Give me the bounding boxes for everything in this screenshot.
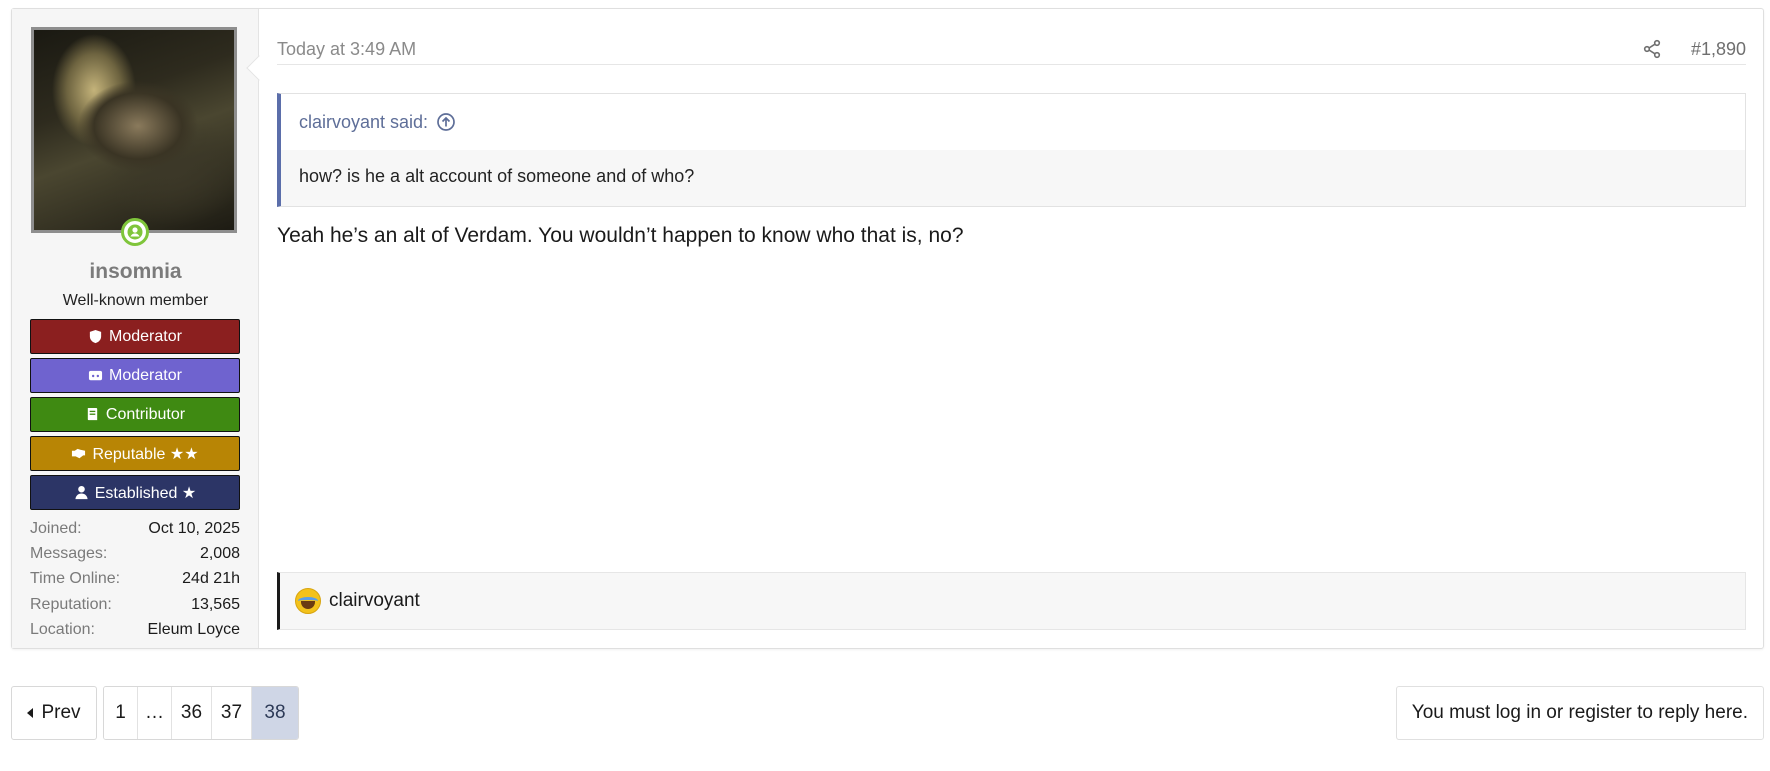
- post-date-link[interactable]: Today at 3:49 AM: [277, 39, 416, 60]
- quote-block: clairvoyant said: how? is he a alt accou…: [277, 93, 1746, 207]
- stat-label: Location:: [30, 620, 95, 638]
- banner-discord-moderator: Moderator: [30, 358, 240, 393]
- stat-value: Eleum Loyce: [147, 620, 241, 638]
- login-register-notice[interactable]: You must log in or register to reply her…: [1395, 686, 1764, 740]
- quote-text: how? is he a alt account of someone and …: [281, 150, 1745, 206]
- page-link-38-current[interactable]: 38: [252, 687, 298, 739]
- banner-reputable: Reputable ★★: [30, 436, 240, 471]
- online-status-icon: [121, 218, 149, 246]
- user-info-panel: insomnia Well-known member Moderator Mod…: [12, 9, 259, 648]
- page-link-1[interactable]: 1: [104, 687, 138, 739]
- prev-label: Prev: [41, 702, 81, 723]
- pagination: Prev 1 … 36 37 38: [11, 686, 299, 740]
- stat-label: Joined:: [30, 519, 82, 537]
- user-avatar[interactable]: [31, 27, 237, 233]
- user-title: Well-known member: [62, 292, 209, 309]
- post-main: Today at 3:49 AM #1,890 clairvoyant said…: [277, 9, 1746, 648]
- banner-label: Established ★: [94, 484, 197, 502]
- chevron-left-icon: [27, 708, 34, 718]
- stat-value: 13,565: [191, 595, 240, 613]
- post-header: Today at 3:49 AM #1,890: [277, 27, 1746, 65]
- page-link-36[interactable]: 36: [172, 687, 212, 739]
- discord-icon: [88, 370, 103, 381]
- stat-location: Location: Eleum Loyce: [30, 617, 240, 642]
- banner-established: Established ★: [30, 475, 240, 510]
- banner-moderator: Moderator: [30, 319, 240, 354]
- share-icon[interactable]: [1642, 39, 1662, 59]
- stat-reputation: Reputation: 13,565: [30, 592, 240, 617]
- laughing-emoji-icon: [295, 588, 321, 614]
- banner-label: Moderator: [109, 327, 182, 345]
- stat-time-online: Time Online: 24d 21h: [30, 567, 240, 592]
- quote-header[interactable]: clairvoyant said:: [281, 94, 1745, 150]
- stat-label: Messages:: [30, 544, 108, 562]
- banner-label: Moderator: [109, 366, 182, 384]
- page-link-37[interactable]: 37: [212, 687, 252, 739]
- reactions-bar[interactable]: clairvoyant: [277, 572, 1746, 630]
- banner-label: Reputable ★★: [92, 445, 199, 463]
- page-jump-ellipsis[interactable]: …: [138, 687, 172, 739]
- book-icon: [87, 407, 98, 421]
- stat-value: 2,008: [199, 544, 240, 562]
- user-icon: [75, 485, 88, 500]
- post-message: Yeah he’s an alt of Verdam. You wouldn’t…: [277, 224, 964, 247]
- stat-value: 24d 21h: [182, 570, 240, 588]
- banner-label: Contributor: [105, 405, 186, 423]
- stat-label: Time Online:: [30, 570, 121, 588]
- post-number-link[interactable]: #1,890: [1691, 39, 1746, 60]
- jump-to-quote-icon[interactable]: [436, 112, 456, 132]
- stat-joined: Joined: Oct 10, 2025: [30, 516, 240, 541]
- reaction-user[interactable]: clairvoyant: [329, 590, 420, 612]
- handshake-icon: [72, 448, 86, 459]
- shield-icon: [89, 329, 102, 344]
- post-container: insomnia Well-known member Moderator Mod…: [11, 8, 1764, 649]
- username[interactable]: insomnia: [12, 260, 259, 284]
- banner-contributor: Contributor: [30, 397, 240, 432]
- page-list: 1 … 36 37 38: [103, 686, 299, 740]
- stat-messages: Messages: 2,008: [30, 541, 240, 566]
- user-stats: Joined: Oct 10, 2025 Messages: 2,008 Tim…: [30, 516, 240, 642]
- stat-value: Oct 10, 2025: [148, 519, 240, 537]
- stat-label: Reputation:: [30, 595, 112, 613]
- quote-author[interactable]: clairvoyant said:: [299, 112, 428, 133]
- prev-page-button[interactable]: Prev: [11, 686, 97, 740]
